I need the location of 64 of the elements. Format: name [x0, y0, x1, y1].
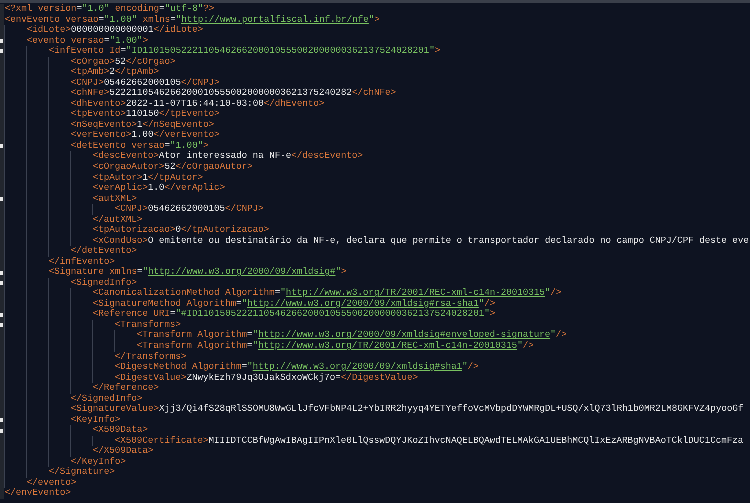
fold-marker-icon[interactable] [0, 196, 3, 201]
code-line: <tpAutor>1</tpAutor> [92, 172, 204, 183]
fold-marker-icon[interactable] [0, 428, 3, 433]
code-line: </Signature> [48, 467, 116, 478]
code-line: <KeyInfo> [70, 414, 121, 426]
url-link[interactable]: http://www.w3.org/TR/2001/REC-xml-c14n-20010315 [286, 287, 546, 298]
code-line: <tpAutorizacao>0</tpAutorizacao> [92, 225, 270, 236]
code-line: <xCondUso>O emitente ou destinatário da NF-e, declara que permite o transportador declarado no campo CNPJ/CPF deste eve [92, 236, 750, 246]
code-line: </evento> [26, 478, 77, 488]
url-link[interactable]: http://www.portalfiscal.inf.br/nfe [181, 14, 369, 25]
url-link[interactable]: http://www.w3.org/2000/09/xmldsig#sha1 [252, 361, 462, 372]
code-line: <Reference URI="#ID1101505222110546266200010555002000000362137524028201"> [92, 309, 496, 320]
code-line: </autXML> [92, 214, 143, 225]
fold-marker-icon[interactable] [0, 418, 3, 422]
code-line: <tpAmb>2</tpAmb> [70, 67, 160, 78]
fold-marker-icon[interactable] [0, 323, 3, 328]
code-line: </KeyInfo> [70, 456, 126, 467]
code-line: </detEvento> [70, 246, 138, 257]
code-line: <infEvento Id="ID1101505222110546266200010555002000000362137524028201"> [48, 46, 440, 57]
fold-marker-icon[interactable] [0, 312, 3, 317]
code-line: <CNPJ>05462662000105</CNPJ> [70, 78, 220, 88]
code-line: <CNPJ>05462662000105</CNPJ> [114, 204, 264, 215]
code-line: <verAplic>1.0</verAplic> [92, 183, 226, 194]
code-line: <envEvento versao="1.00" xmlns="http://www.portalfiscal.inf.br/nfe"> [4, 14, 380, 25]
code-line: </SignedInfo> [70, 394, 143, 404]
code-line: <X509Data> [92, 425, 148, 436]
code-line: <SignatureValue>Xjj3/Qi4fS28qRlSSOMU8WwGLlJfcVFbNP4L2+YbIRR2hyyq4YETYeffoVcMVbpdDYWMRgDL+USQ/xlQ73lRh1b0MR2LM8GKFVZ4pyooGf [70, 404, 744, 415]
code-line: <?xml version="1.0" encoding="utf-8"?> [4, 4, 215, 15]
code-line: </infEvento> [48, 256, 116, 267]
code-line: <evento versao="1.00"> [26, 36, 148, 46]
fold-marker-icon[interactable] [0, 270, 3, 275]
code-line: </X509Data> [92, 446, 154, 457]
code-line: <chNFe>52221105462662000105550020000003621375240282</chNFe> [70, 88, 396, 99]
url-link[interactable]: http://www.w3.org/TR/2001/REC-xml-c14n-20010315 [258, 340, 518, 351]
code-line: </Reference> [92, 383, 160, 394]
code-line: <SignatureMethod Algorithm="http://www.w3.org/2000/09/xmldsig#rsa-sha1"/> [92, 298, 496, 309]
code-line: <Transforms> [114, 320, 182, 330]
code-line: <detEvento versao="1.00"> [70, 140, 209, 151]
url-link[interactable]: http://www.w3.org/2000/09/xmldsig#enveloped-signature [258, 329, 551, 340]
code-line: <cOrgaoAutor>52</cOrgaoAutor> [92, 162, 253, 172]
fold-marker-icon[interactable] [0, 49, 3, 54]
code-line: <nSeqEvento>1</nSeqEvento> [70, 120, 214, 130]
code-line: <Signature xmlns="http://www.w3.org/2000/09/xmldsig#"> [48, 267, 347, 278]
code-line: <dhEvento>2022-11-07T16:44:10-03:00</dhEvento> [70, 98, 325, 109]
code-line: <DigestMethod Algorithm="http://www.w3.org/2000/09/xmldsig#sha1"/> [114, 362, 479, 373]
code-line: <SignedInfo> [70, 278, 138, 288]
code-line: <Transform Algorithm="http://www.w3.org/TR/2001/REC-xml-c14n-20010315"/> [136, 341, 534, 352]
code-line: <tpEvento>110150</tpEvento> [70, 109, 220, 120]
url-link[interactable]: http://www.w3.org/2000/09/xmldsig#rsa-sha1 [247, 298, 479, 309]
code-line: <descEvento>Ator interessado na NF-e</descEvento> [92, 151, 364, 162]
code-line: </Transforms> [114, 352, 187, 362]
url-link[interactable]: http://www.w3.org/2000/09/xmldsig# [148, 266, 336, 278]
code-line: <verEvento>1.00</verEvento> [70, 130, 220, 141]
code-line: </envEvento> [4, 488, 72, 499]
code-line: <DigestValue>ZNwykEzh79Jq3OJakSdxoWCkj7o=</DigestValue> [114, 372, 418, 383]
fold-marker-icon[interactable] [0, 144, 3, 148]
code-line: <autXML> [92, 194, 138, 204]
code-line: <X509Certificate>MIIIDTCCBfWgAwIBAgIIPnXle0LlQsswDQYJKoZIhvcNAQELBQAwdTELMAkGA1UEBhMCQlIxEzARBgNVBAoTCklDUC1CcmFza [114, 436, 744, 446]
code-line: <Transform Algorithm="http://www.w3.org/2000/09/xmldsig#enveloped-signature"/> [136, 330, 568, 341]
code-line: <cOrgao>52</cOrgao> [70, 56, 176, 67]
code-line: <idLote>000000000000001</idLote> [26, 25, 204, 36]
code-line: <CanonicalizationMethod Algorithm="http://www.w3.org/TR/2001/REC-xml-c14n-20010315"/> [92, 288, 562, 299]
fold-marker-icon[interactable] [0, 38, 3, 43]
fold-marker-icon[interactable] [0, 281, 3, 286]
